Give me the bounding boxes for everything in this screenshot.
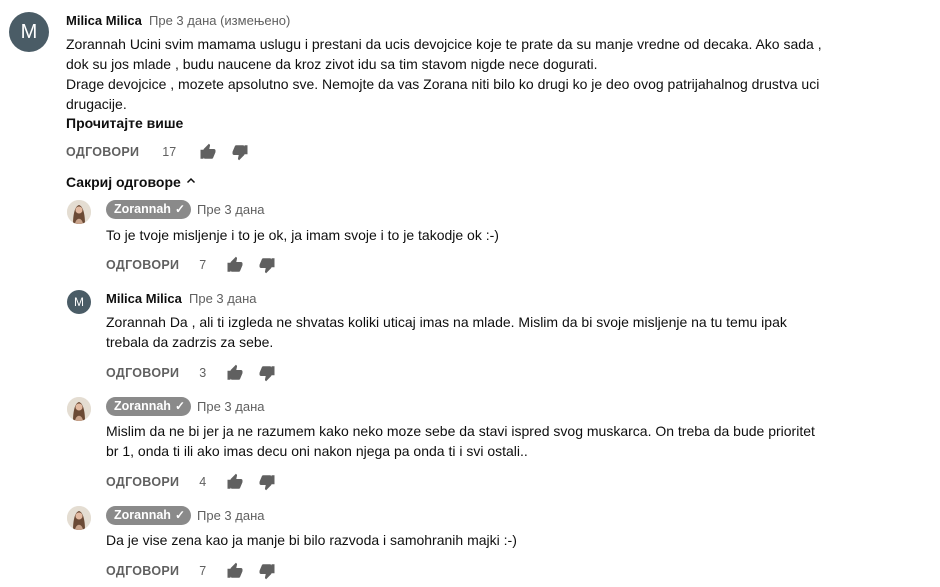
reply-action-bar: ОДГОВОРИ 3: [106, 364, 276, 382]
comment-timestamp[interactable]: Пре 3 дана (измењено): [149, 13, 290, 28]
author-chip[interactable]: Zorannah ✓: [106, 506, 192, 525]
comment-line: Drage devojcice , mozete apsolutno sve. …: [66, 76, 820, 92]
dislike-icon[interactable]: [258, 256, 276, 274]
reply-timestamp[interactable]: Пре 3 дана: [197, 508, 264, 523]
reply-action-bar: ОДГОВОРИ 7: [106, 562, 276, 580]
comment-action-bar: ОДГОВОРИ 17: [66, 143, 249, 161]
reply-line: Da je vise zena kao ja manje bi bilo raz…: [106, 532, 517, 548]
like-icon[interactable]: [226, 562, 244, 580]
reply-button[interactable]: ОДГОВОРИ: [106, 366, 179, 380]
reply-line: To je tvoje misljenje i to je ok, ja ima…: [106, 227, 499, 243]
avatar[interactable]: [67, 506, 91, 530]
dislike-icon[interactable]: [258, 562, 276, 580]
like-icon[interactable]: [226, 256, 244, 274]
reply-line: trebala da zadrzis za sebe.: [106, 334, 274, 350]
hide-replies-label: Сакриј одговоре: [66, 174, 181, 190]
reply-line: br 1, onda ti ili ako imas decu oni nako…: [106, 443, 528, 459]
comment-line: drugacije.: [66, 96, 127, 112]
comment-line: Zorannah Ucini svim mamama uslugu i pres…: [66, 36, 822, 52]
comment-text: Zorannah Ucini svim mamama uslugu i pres…: [66, 34, 822, 114]
like-icon[interactable]: [199, 143, 217, 161]
like-count: 4: [199, 475, 207, 489]
reply-line: Mislim da ne bi jer ja ne razumem kako n…: [106, 423, 815, 439]
dislike-icon[interactable]: [258, 473, 276, 491]
read-more-link[interactable]: Прочитајте више: [66, 115, 183, 131]
profile-photo-icon: [67, 200, 91, 224]
reply-text: To je tvoje misljenje i to je ok, ja ima…: [106, 225, 499, 245]
dislike-icon[interactable]: [258, 364, 276, 382]
reply-timestamp[interactable]: Пре 3 дана: [189, 291, 256, 306]
avatar[interactable]: [67, 200, 91, 224]
verified-check-icon: ✓: [174, 202, 186, 216]
reply-author: Zorannah: [114, 202, 171, 216]
reply-timestamp[interactable]: Пре 3 дана: [197, 202, 264, 217]
reply-action-bar: ОДГОВОРИ 4: [106, 473, 276, 491]
like-count: 3: [199, 366, 207, 380]
reply-text: Mislim da ne bi jer ja ne razumem kako n…: [106, 421, 815, 461]
avatar[interactable]: M: [67, 290, 91, 314]
verified-check-icon: ✓: [174, 399, 186, 413]
dislike-icon[interactable]: [231, 143, 249, 161]
profile-photo-icon: [67, 506, 91, 530]
verified-check-icon: ✓: [174, 508, 186, 522]
like-count: 7: [199, 258, 207, 272]
reply-author: Zorannah: [114, 508, 171, 522]
reply-text: Da je vise zena kao ja manje bi bilo raz…: [106, 530, 517, 550]
author-chip[interactable]: Zorannah ✓: [106, 200, 192, 219]
avatar[interactable]: M: [9, 12, 49, 52]
comment-line: dok su jos mlade , budu naucene da kroz …: [66, 56, 598, 72]
hide-replies-button[interactable]: Сакриј одговоре: [66, 174, 197, 190]
reply-author: Zorannah: [114, 399, 171, 413]
profile-photo-icon: [67, 397, 91, 421]
reply-action-bar: ОДГОВОРИ 7: [106, 256, 276, 274]
reply-button[interactable]: ОДГОВОРИ: [106, 564, 179, 578]
chevron-up-icon: [185, 174, 197, 190]
like-count: 17: [162, 145, 177, 159]
like-icon[interactable]: [226, 364, 244, 382]
avatar[interactable]: [67, 397, 91, 421]
author-chip[interactable]: Zorannah ✓: [106, 397, 192, 416]
reply-button[interactable]: ОДГОВОРИ: [106, 475, 179, 489]
like-count: 7: [199, 564, 207, 578]
reply-line: Zorannah Da , ali ti izgleda ne shvatas …: [106, 314, 787, 330]
like-icon[interactable]: [226, 473, 244, 491]
reply-timestamp[interactable]: Пре 3 дана: [197, 399, 264, 414]
reply-button[interactable]: ОДГОВОРИ: [66, 145, 139, 159]
reply-text: Zorannah Da , ali ti izgleda ne shvatas …: [106, 312, 787, 352]
reply-author[interactable]: Milica Milica: [106, 291, 182, 306]
reply-button[interactable]: ОДГОВОРИ: [106, 258, 179, 272]
comment-author[interactable]: Milica Milica: [66, 13, 142, 28]
